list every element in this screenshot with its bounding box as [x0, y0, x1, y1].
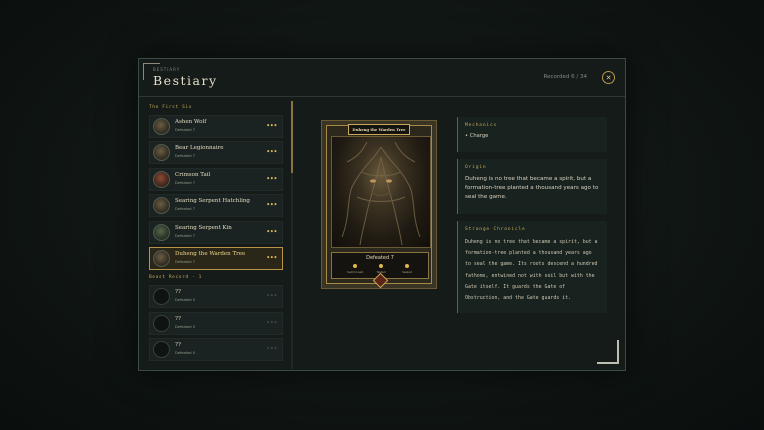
more-options-icon[interactable]: ••• — [266, 254, 277, 262]
more-options-icon[interactable]: ••• — [266, 228, 277, 236]
item-name: Searing Serpent Kin — [175, 224, 232, 231]
origin-box: Origin Duheng is no tree that became a s… — [457, 159, 607, 214]
item-defeated: Defeated 7 — [175, 233, 195, 238]
chronicle-line: Gate itself. It guards the Gate of — [465, 283, 566, 290]
section-label: Beast Record · 1 — [149, 275, 202, 281]
chronicle-text: Duheng is no tree that became a spirit, … — [465, 237, 600, 304]
chronicle-title: Strange Chronicle — [465, 227, 526, 232]
header-divider — [139, 96, 625, 97]
chronicle-line: formation-tree planted a thousand years … — [465, 250, 592, 257]
item-name: ?? — [175, 342, 181, 349]
avatar — [153, 249, 170, 267]
item-name: ?? — [175, 289, 181, 296]
more-options-icon[interactable]: ••• — [266, 345, 277, 353]
list-item[interactable]: ?? Defeated 0 ••• — [149, 338, 283, 362]
item-name: Ashen Wolf — [175, 119, 207, 125]
section-label: The First Six — [149, 105, 193, 110]
more-options-icon[interactable]: ••• — [266, 201, 277, 209]
mechanics-box: Mechanics • Charge — [457, 117, 607, 152]
item-name: Crimson Tail — [175, 171, 211, 178]
more-options-icon[interactable]: ••• — [266, 319, 277, 327]
avatar — [153, 118, 170, 135]
recorded-count: Recorded 6 / 34 — [543, 74, 587, 80]
stat-pip-icon — [379, 264, 383, 268]
item-defeated: Defeated 0 — [175, 298, 195, 303]
close-button[interactable]: ✕ — [602, 71, 615, 84]
more-options-icon[interactable]: ••• — [266, 148, 277, 156]
stat-pip-icon — [405, 264, 409, 268]
list-item[interactable]: Crimson Tail Defeated 7 ••• — [149, 167, 283, 191]
list-item[interactable]: Searing Serpent Hatchling Defeated 7 ••• — [149, 194, 283, 218]
chronicle-line: Duheng is no tree that became a spirit, … — [465, 239, 598, 245]
list-item[interactable]: ?? Defeated 0 ••• — [149, 311, 283, 335]
item-name: Bear Legionnaire — [175, 145, 224, 152]
avatar — [153, 144, 170, 162]
avatar — [153, 223, 170, 241]
creature-list[interactable]: The First Six Ashen Wolf Defeated 7 ••• Bear… — [149, 103, 289, 369]
more-options-icon[interactable]: ••• — [266, 175, 277, 183]
item-defeated: Defeated 7 — [175, 154, 195, 159]
item-name: Searing Serpent Hatchling — [175, 198, 250, 205]
item-name: ?? — [175, 315, 181, 322]
item-defeated: Defeated 7 — [175, 207, 195, 212]
chronicle-line: to seal the game. Its roots descend a hu… — [465, 261, 598, 268]
item-defeated: Defeated 7 — [175, 259, 195, 264]
item-defeated: Defeated 7 — [175, 128, 195, 132]
tree-spirit-art — [341, 141, 421, 246]
more-options-icon[interactable]: ••• — [266, 122, 277, 130]
avatar — [153, 341, 170, 359]
list-item[interactable]: ?? Defeated 0 ••• — [149, 285, 283, 309]
list-item[interactable]: Duheng the Warden Tree Defeated 7 ••• — [149, 246, 283, 270]
chronicle-line: Obstruction, and the Gate guards it. — [465, 295, 571, 302]
creature-card: Duheng the Warden Tree Defeated 7 Summon… — [321, 120, 437, 289]
origin-text: Duheng is no tree that became a spirit, … — [465, 176, 599, 201]
avatar — [153, 170, 170, 188]
card-title: Duheng the Warden Tree — [348, 124, 410, 135]
origin-title: Origin — [465, 165, 487, 170]
list-item[interactable]: Searing Serpent Kin Defeated 7 ••• — [149, 220, 283, 244]
avatar — [153, 288, 170, 306]
chronicle-line: fathoms, entwined not with soil but with… — [465, 272, 595, 279]
bestiary-panel: BESTIARY Bestiary Recorded 6 / 34 ✕ The … — [138, 58, 626, 371]
item-name: Duheng the Warden Tree — [175, 250, 246, 257]
scrollbar-thumb[interactable] — [291, 101, 293, 173]
stat-pip-icon — [353, 264, 357, 268]
mechanic-item: • Charge — [465, 133, 489, 139]
item-defeated: Defeated 0 — [175, 324, 195, 329]
item-defeated: Defeated 7 — [175, 180, 195, 185]
item-defeated: Defeated 0 — [175, 351, 195, 356]
card-defeated-count: Defeated 7 — [366, 255, 394, 261]
page-title: Bestiary — [153, 73, 218, 88]
avatar — [153, 197, 170, 215]
list-item[interactable]: Ashen Wolf Defeated 7 ••• — [149, 115, 283, 138]
stat-label: Sealed — [402, 270, 412, 274]
avatar — [153, 314, 170, 332]
mechanics-title: Mechanics — [465, 123, 498, 128]
corner-ornament — [597, 340, 619, 364]
creature-portrait — [331, 136, 431, 248]
more-options-icon[interactable]: ••• — [266, 292, 277, 300]
chronicle-box: Strange Chronicle Duheng is no tree that… — [457, 221, 607, 313]
panel-kicker: BESTIARY — [153, 67, 181, 72]
list-item[interactable]: Bear Legionnaire Defeated 7 ••• — [149, 141, 283, 165]
close-x-icon: ✕ — [605, 73, 612, 82]
